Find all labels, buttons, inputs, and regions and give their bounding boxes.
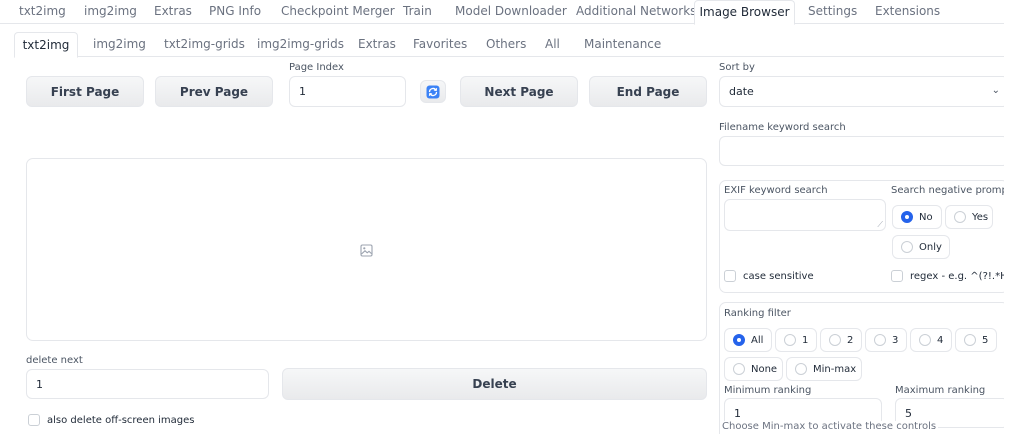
- tab-txt2img[interactable]: txt2img: [19, 0, 66, 24]
- subtab-txt2img-grids[interactable]: txt2img-grids: [164, 32, 245, 57]
- tab-model-downloader[interactable]: Model Downloader: [455, 0, 567, 24]
- ranking-option-3-label: 3: [892, 334, 899, 346]
- radio-icon: [829, 334, 841, 346]
- negative-option-only-label: Only: [919, 241, 942, 253]
- radio-icon: [784, 334, 796, 346]
- main-tab-bar: txt2img img2img Extras PNG Info Checkpoi…: [0, 0, 1004, 25]
- sort-by-value: date: [729, 85, 754, 98]
- radio-icon: [795, 363, 807, 375]
- radio-icon: [901, 241, 913, 253]
- tab-image-browser[interactable]: Image Browser: [694, 0, 795, 25]
- refresh-icon: [426, 85, 440, 98]
- subtab-txt2img[interactable]: txt2img: [14, 32, 78, 58]
- negative-option-yes-label: Yes: [972, 211, 989, 223]
- image-icon: [360, 244, 373, 257]
- negative-option-only[interactable]: Only: [892, 235, 950, 259]
- subtab-favorites[interactable]: Favorites: [413, 32, 467, 57]
- ranking-option-4-label: 4: [937, 334, 944, 346]
- ranking-option-none-label: None: [751, 363, 778, 375]
- tab-settings[interactable]: Settings: [808, 0, 857, 24]
- radio-icon: [733, 363, 745, 375]
- tab-extras[interactable]: Extras: [154, 0, 192, 24]
- delete-button[interactable]: Delete: [282, 368, 707, 400]
- filename-search-input[interactable]: [719, 136, 1009, 166]
- subtab-img2img-grids[interactable]: img2img-grids: [257, 32, 344, 57]
- resize-handle-icon[interactable]: ⟋: [877, 220, 883, 230]
- maximum-ranking-label: Maximum ranking: [895, 385, 986, 396]
- browser-tab-bar: txt2img img2img txt2img-grids img2img-gr…: [14, 32, 1004, 58]
- next-page-button[interactable]: Next Page: [460, 76, 578, 107]
- checkbox-box: [891, 270, 903, 282]
- tab-png-info[interactable]: PNG Info: [209, 0, 261, 24]
- checkbox-box: [724, 270, 736, 282]
- ranking-option-none[interactable]: None: [724, 357, 783, 381]
- ranking-option-5-label: 5: [982, 334, 989, 346]
- radio-icon: [954, 211, 966, 223]
- delete-offscreen-checkbox[interactable]: also delete off-screen images: [28, 414, 195, 426]
- subtab-others[interactable]: Others: [486, 32, 526, 57]
- end-page-button[interactable]: End Page: [589, 76, 707, 107]
- page-index-input[interactable]: 1: [289, 76, 406, 107]
- first-page-button[interactable]: First Page: [26, 76, 144, 107]
- viewport-edge: [1004, 0, 1024, 434]
- page-index-value: 1: [299, 85, 306, 98]
- subtab-img2img[interactable]: img2img: [93, 32, 146, 57]
- tab-img2img[interactable]: img2img: [84, 0, 137, 24]
- ranking-option-min-max[interactable]: Min-max: [786, 357, 862, 381]
- subtab-maintenance[interactable]: Maintenance: [584, 32, 661, 57]
- radio-selected-icon: [733, 334, 745, 346]
- ranking-option-4[interactable]: 4: [910, 328, 952, 352]
- ranking-option-min-max-label: Min-max: [813, 363, 857, 375]
- min-max-hint: Choose Min-max to activate these control…: [722, 421, 939, 432]
- exif-search-label: EXIF keyword search: [724, 185, 828, 196]
- case-sensitive-label: case sensitive: [743, 270, 814, 282]
- ranking-option-all[interactable]: All: [724, 328, 772, 352]
- ranking-option-1-label: 1: [802, 334, 809, 346]
- subtab-all[interactable]: All: [545, 32, 560, 57]
- tab-extensions[interactable]: Extensions: [875, 0, 940, 24]
- tab-checkpoint-merger[interactable]: Checkpoint Merger: [281, 0, 395, 24]
- minimum-ranking-value: 1: [734, 406, 741, 420]
- delete-next-label: delete next: [26, 355, 83, 366]
- sort-by-label: Sort by: [719, 62, 755, 73]
- radio-selected-icon: [901, 211, 913, 223]
- tab-additional-networks[interactable]: Additional Networks: [576, 0, 696, 24]
- delete-next-input[interactable]: 1: [26, 369, 269, 399]
- ranking-option-2[interactable]: 2: [820, 328, 862, 352]
- tab-train[interactable]: Train: [403, 0, 432, 24]
- radio-icon: [874, 334, 886, 346]
- sort-by-select[interactable]: date ⌄: [719, 76, 1009, 107]
- prev-page-button[interactable]: Prev Page: [155, 76, 273, 107]
- minimum-ranking-label: Minimum ranking: [724, 385, 812, 396]
- radio-icon: [919, 334, 931, 346]
- case-sensitive-checkbox[interactable]: case sensitive: [724, 270, 814, 282]
- negative-option-yes[interactable]: Yes: [945, 205, 993, 229]
- chevron-down-icon: ⌄: [991, 85, 1000, 96]
- exif-search-textarea[interactable]: ⟋: [724, 199, 886, 231]
- delete-next-value: 1: [36, 377, 43, 391]
- negative-option-no[interactable]: No: [892, 205, 942, 229]
- ranking-option-all-label: All: [751, 334, 764, 346]
- ranking-option-5[interactable]: 5: [955, 328, 997, 352]
- ranking-option-2-label: 2: [847, 334, 854, 346]
- ranking-filter-label: Ranking filter: [724, 308, 791, 319]
- ranking-option-3[interactable]: 3: [865, 328, 907, 352]
- ranking-option-1[interactable]: 1: [775, 328, 817, 352]
- subtab-extras[interactable]: Extras: [358, 32, 396, 57]
- filename-search-label: Filename keyword search: [719, 122, 846, 133]
- refresh-button[interactable]: [420, 80, 446, 103]
- image-gallery[interactable]: [26, 158, 707, 341]
- radio-icon: [964, 334, 976, 346]
- delete-offscreen-label: also delete off-screen images: [47, 414, 195, 426]
- negative-option-no-label: No: [919, 211, 933, 223]
- negative-prompt-label: Search negative prompt: [891, 185, 1012, 196]
- checkbox-box: [28, 414, 40, 426]
- page-index-label: Page Index: [289, 62, 344, 73]
- maximum-ranking-value: 5: [905, 406, 912, 420]
